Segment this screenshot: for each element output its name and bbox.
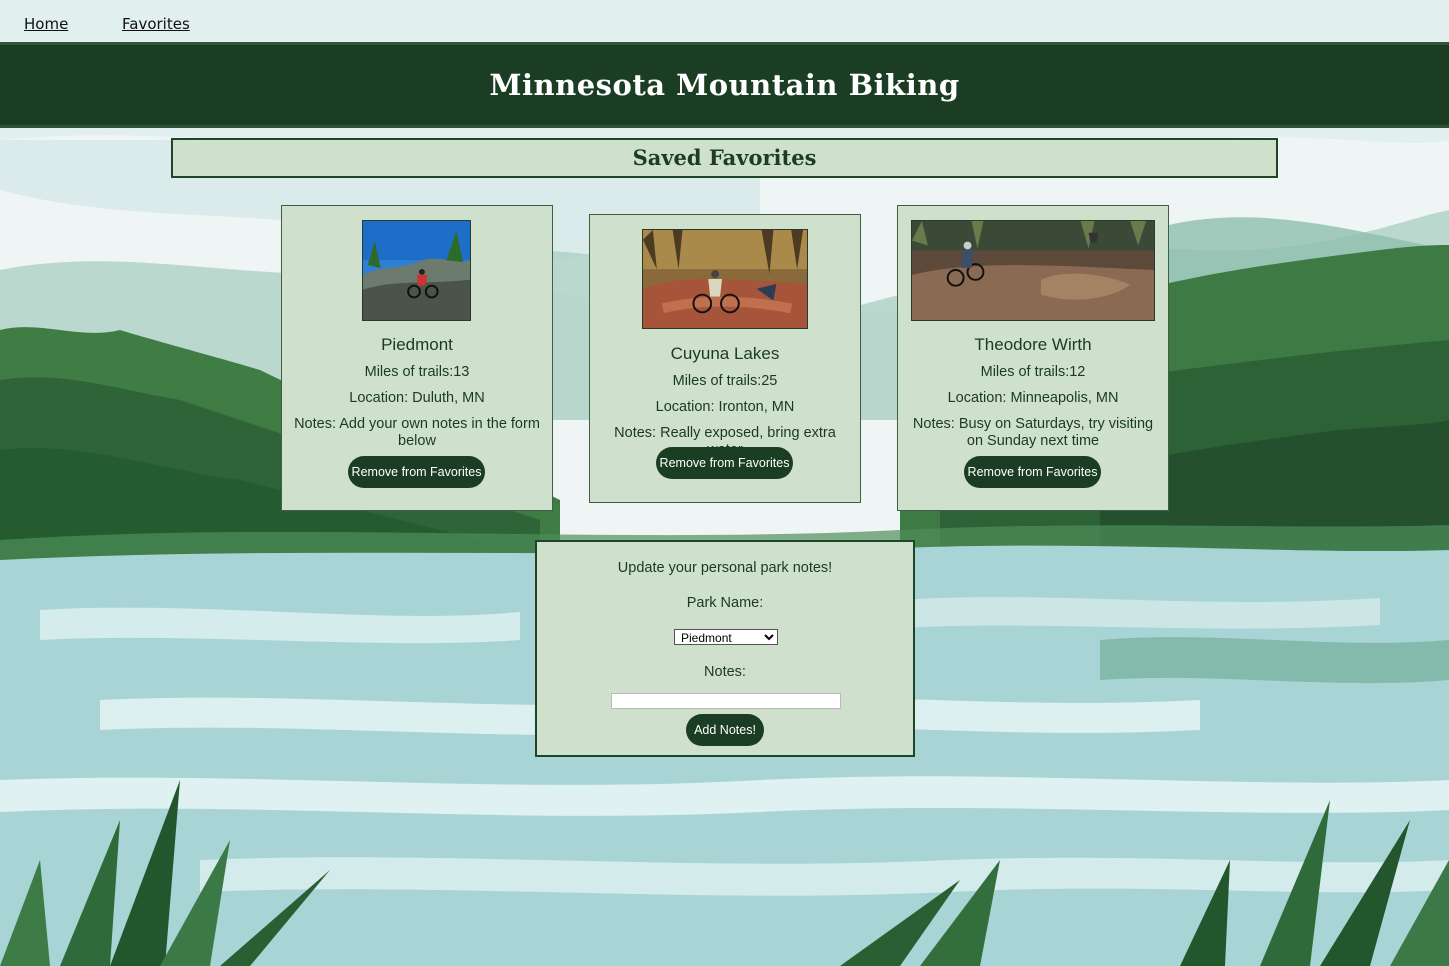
remove-from-favorites-button[interactable]: Remove from Favorites (656, 447, 793, 479)
park-name: Cuyuna Lakes (670, 344, 780, 363)
park-location: Location: Ironton, MN (655, 399, 795, 415)
form-heading: Update your personal park notes! (617, 560, 833, 576)
park-notes-form: Update your personal park notes! Park Na… (535, 540, 915, 757)
notes-label: Notes: (704, 664, 746, 680)
park-card-cuyuna-lakes: Cuyuna Lakes Miles of trails:25 Location… (589, 214, 861, 503)
park-photo-theodore-wirth (911, 220, 1155, 321)
park-miles: Miles of trails:13 (364, 364, 470, 380)
park-location: Location: Minneapolis, MN (947, 390, 1119, 406)
park-name-label: Park Name: (686, 595, 764, 611)
park-miles: Miles of trails:12 (980, 364, 1086, 380)
park-location: Location: Duluth, MN (349, 390, 485, 406)
park-notes: Notes: Add your own notes in the form be… (294, 416, 540, 449)
remove-from-favorites-button[interactable]: Remove from Favorites (348, 456, 485, 488)
nav-link-favorites[interactable]: Favorites (122, 15, 190, 33)
top-nav: Home Favorites (0, 0, 1449, 42)
park-name: Piedmont (381, 335, 453, 354)
site-title: Minnesota Mountain Biking (489, 68, 960, 102)
park-miles: Miles of trails:25 (672, 373, 778, 389)
park-name: Theodore Wirth (974, 335, 1092, 354)
park-card-piedmont: Piedmont Miles of trails:13 Location: Du… (281, 205, 553, 511)
notes-input[interactable] (611, 693, 841, 709)
add-notes-button[interactable]: Add Notes! (686, 714, 764, 746)
site-header: Minnesota Mountain Biking (0, 42, 1449, 128)
park-card-theodore-wirth: Theodore Wirth Miles of trails:12 Locati… (897, 205, 1169, 511)
section-title: Saved Favorites (632, 145, 817, 170)
remove-from-favorites-button[interactable]: Remove from Favorites (964, 456, 1101, 488)
park-notes: Notes: Busy on Saturdays, try visiting o… (912, 416, 1154, 449)
park-photo-cuyuna-lakes (642, 229, 808, 329)
saved-favorites-heading-box: Saved Favorites (171, 138, 1278, 178)
park-name-select[interactable]: Piedmont (674, 629, 778, 645)
nav-link-home[interactable]: Home (24, 15, 68, 33)
park-photo-piedmont (362, 220, 471, 321)
